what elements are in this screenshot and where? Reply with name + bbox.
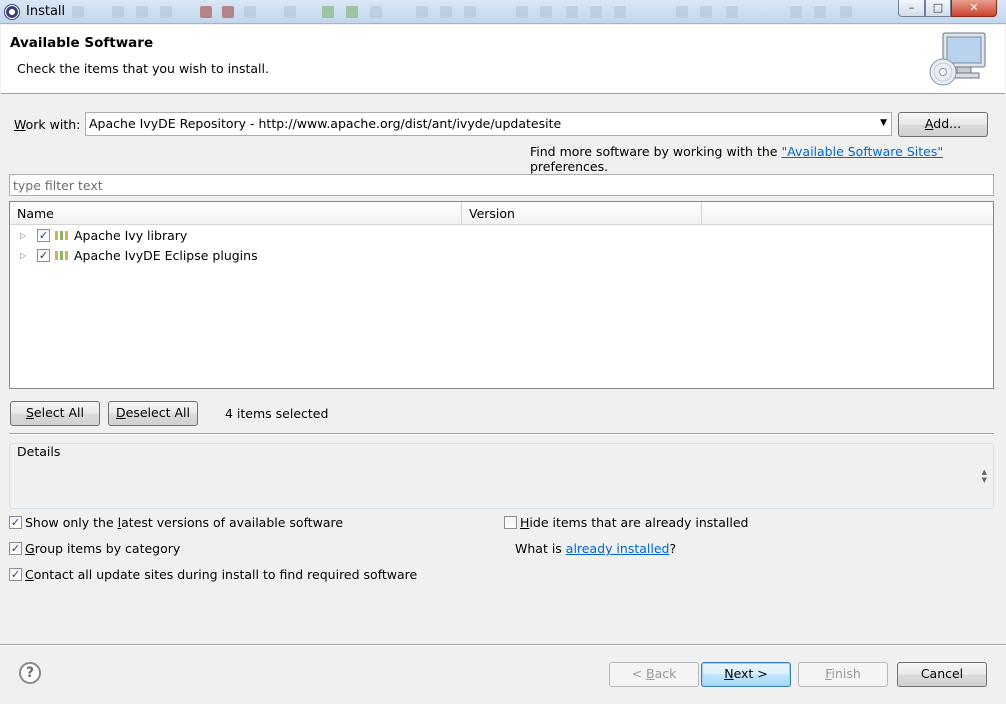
background-toolbar-icon	[814, 6, 826, 18]
software-tree[interactable]: Name Version ▷ ✓ Apache Ivy library ▷ ✓ …	[9, 201, 994, 389]
category-icon	[55, 251, 68, 260]
background-toolbar-icon	[160, 6, 172, 18]
selection-count: 4 items selected	[225, 406, 329, 421]
filter-field[interactable]	[9, 174, 994, 196]
background-toolbar-icon	[72, 6, 84, 18]
eclipse-icon	[4, 4, 20, 20]
finish-button[interactable]: Finish	[798, 662, 888, 687]
work-with-label: Work with:	[14, 117, 81, 132]
background-toolbar-icon	[726, 6, 738, 18]
title-bar[interactable]: Install – □ ✕	[0, 0, 1006, 24]
show-latest-checkbox[interactable]: ✓	[9, 516, 22, 529]
close-button[interactable]: ✕	[951, 0, 997, 17]
hide-installed-checkbox[interactable]	[504, 516, 517, 529]
page-title: Available Software	[10, 35, 154, 51]
maximize-button[interactable]: □	[925, 0, 951, 17]
background-toolbar-icon	[416, 6, 428, 18]
background-toolbar-icon	[590, 6, 602, 18]
background-toolbar-icon	[540, 6, 552, 18]
hide-installed-label: Hide items that are already installed	[520, 515, 749, 530]
background-toolbar-icon	[322, 6, 334, 18]
minimize-button[interactable]: –	[898, 0, 925, 17]
background-toolbar-icon	[112, 6, 124, 18]
background-toolbar-icon	[440, 6, 452, 18]
tree-row[interactable]: ▷ ✓ Apache Ivy library	[10, 226, 993, 246]
details-label: Details	[17, 444, 61, 459]
work-with-combo[interactable]: Apache IvyDE Repository - http://www.apa…	[85, 112, 892, 136]
background-toolbar-icon	[284, 6, 296, 18]
row-checkbox[interactable]: ✓	[37, 229, 50, 242]
group-by-category-label: Group items by category	[25, 541, 181, 556]
monitor-cd-icon	[929, 32, 986, 86]
work-with-value: Apache IvyDE Repository - http://www.apa…	[89, 116, 562, 131]
background-toolbar-icon	[566, 6, 578, 18]
available-software-sites-link[interactable]: "Available Software Sites"	[781, 144, 943, 159]
page-description: Check the items that you wish to install…	[17, 61, 269, 76]
background-toolbar-icon	[676, 6, 688, 18]
details-group: Details ▲ ▼	[9, 443, 994, 509]
divider	[0, 644, 1006, 646]
window-title: Install	[26, 4, 66, 19]
help-icon[interactable]: ?	[19, 662, 41, 684]
contact-sites-label: Contact all update sites during install …	[25, 567, 418, 582]
background-toolbar-icon	[222, 6, 234, 18]
already-installed-link[interactable]: already installed	[566, 541, 670, 556]
find-more-text: Find more software by working with the "…	[530, 144, 944, 174]
expand-arrow-icon[interactable]: ▷	[20, 251, 26, 260]
background-toolbar-icon	[370, 6, 382, 18]
divider	[9, 433, 994, 435]
background-toolbar-icon	[516, 6, 528, 18]
deselect-all-button[interactable]: Deselect All	[108, 401, 198, 426]
background-toolbar-icon	[200, 6, 212, 18]
background-toolbar-icon	[244, 6, 256, 18]
wizard-header: Available Software Check the items that …	[1, 25, 1005, 94]
contact-sites-checkbox[interactable]: ✓	[9, 568, 22, 581]
column-header-name[interactable]: Name	[10, 202, 462, 225]
chevron-down-icon[interactable]: ▼	[880, 118, 887, 128]
background-toolbar-icon	[346, 6, 358, 18]
next-button[interactable]: Next >	[701, 662, 791, 687]
expand-arrow-icon[interactable]: ▷	[20, 231, 26, 240]
what-is-installed-text: What is already installed?	[515, 541, 677, 556]
cancel-button[interactable]: Cancel	[897, 662, 987, 687]
filter-input[interactable]	[10, 175, 993, 195]
background-toolbar-icon	[840, 6, 852, 18]
background-toolbar-icon	[136, 6, 148, 18]
row-label: Apache IvyDE Eclipse plugins	[74, 248, 258, 263]
tree-header: Name Version	[10, 202, 993, 225]
show-latest-label: Show only the latest versions of availab…	[25, 515, 344, 530]
background-toolbar-icon	[464, 6, 476, 18]
back-button[interactable]: < Back	[609, 662, 699, 687]
tree-row[interactable]: ▷ ✓ Apache IvyDE Eclipse plugins	[10, 246, 993, 266]
background-toolbar-icon	[790, 6, 802, 18]
row-checkbox[interactable]: ✓	[37, 249, 50, 262]
details-scrollbar[interactable]: ▲ ▼	[982, 468, 987, 484]
row-label: Apache Ivy library	[74, 228, 188, 243]
group-by-category-checkbox[interactable]: ✓	[9, 542, 22, 555]
column-header-version[interactable]: Version	[462, 202, 702, 225]
background-toolbar-icon	[700, 6, 712, 18]
add-site-button[interactable]: Add...	[898, 112, 988, 137]
category-icon	[55, 231, 68, 240]
background-toolbar-icon	[614, 6, 626, 18]
select-all-button[interactable]: Select All	[10, 401, 100, 426]
